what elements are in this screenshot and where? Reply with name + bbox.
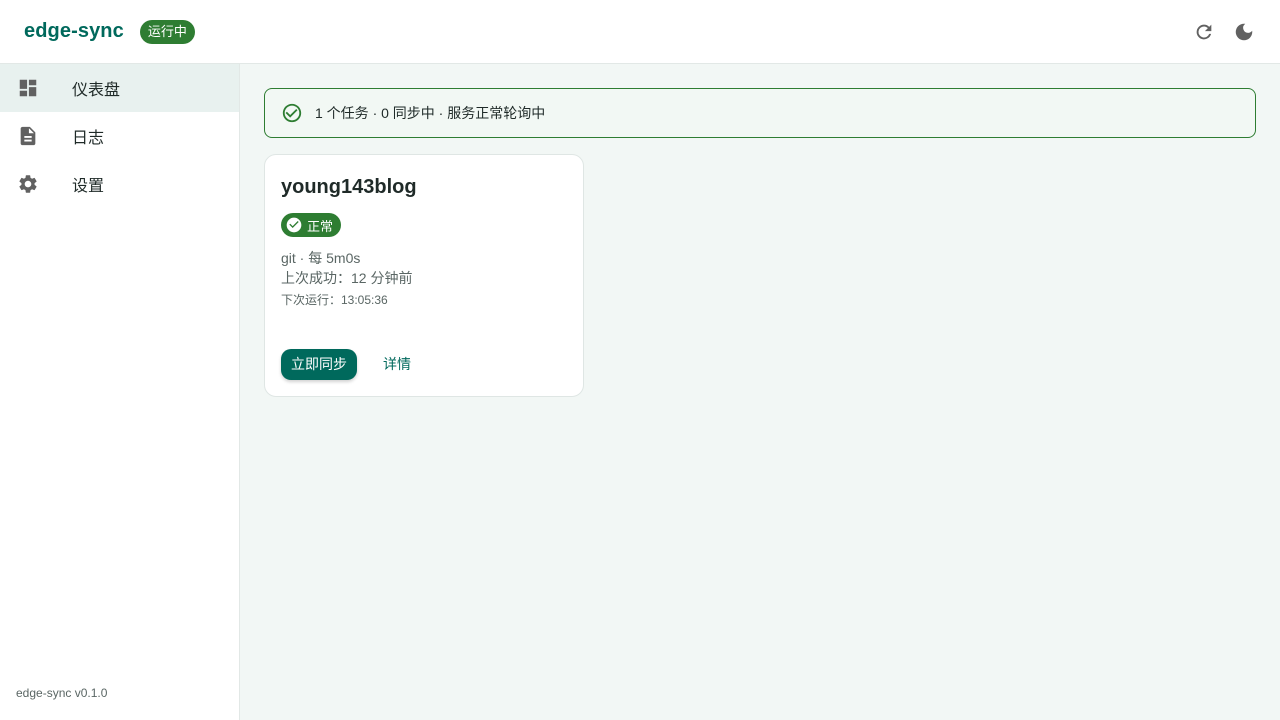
job-next-run: 下次运行：13:05:36 — [281, 293, 388, 307]
refresh-button[interactable] — [1192, 20, 1216, 44]
check-circle-icon — [286, 217, 302, 233]
sidebar-item-settings[interactable]: 设置 — [0, 160, 239, 208]
job-actions: 立即同步 详情 — [281, 348, 421, 380]
sidebar-item-label: 仪表盘 — [72, 82, 121, 99]
sidebar: 仪表盘 日志 设置 edge-sync v0.1.0 — [0, 64, 240, 720]
sidebar-item-label: 日志 — [72, 130, 105, 147]
sync-now-button[interactable]: 立即同步 — [281, 348, 357, 380]
job-status-badge: 正常 — [281, 213, 342, 237]
status-alert: 1 个任务 · 0 同步中 · 服务正常轮询中 — [264, 88, 1256, 138]
app-bar: edge-sync 运行中 — [0, 0, 1280, 64]
sidebar-item-dashboard[interactable]: 仪表盘 — [0, 64, 239, 112]
document-icon — [16, 124, 40, 148]
details-button[interactable]: 详情 — [373, 348, 421, 380]
job-card: young143blog 正常 git · 每 5m0s 上次成功：12 分钟前… — [264, 154, 584, 397]
version-label: edge-sync v0.1.0 — [16, 686, 108, 700]
main-content: 1 个任务 · 0 同步中 · 服务正常轮询中 young143blog 正常 … — [240, 64, 1280, 720]
alert-text: 1 个任务 · 0 同步中 · 服务正常轮询中 — [315, 105, 546, 121]
refresh-icon — [1196, 24, 1212, 39]
job-last-success: 上次成功：12 分钟前 — [281, 270, 413, 286]
dashboard-icon — [16, 76, 40, 100]
top-actions — [1192, 20, 1256, 44]
job-status-label: 正常 — [307, 218, 334, 234]
app-title: edge-sync — [24, 20, 124, 42]
gear-icon — [16, 172, 40, 196]
status-badge: 运行中 — [139, 19, 195, 44]
theme-toggle-button[interactable] — [1232, 20, 1256, 44]
job-source-interval: git · 每 5m0s — [281, 250, 361, 266]
sidebar-item-logs[interactable]: 日志 — [0, 112, 239, 160]
sidebar-item-label: 设置 — [72, 178, 105, 195]
dark-mode-icon — [1235, 23, 1253, 40]
job-name: young143blog — [281, 176, 417, 198]
check-circle-outline-icon — [282, 103, 302, 123]
